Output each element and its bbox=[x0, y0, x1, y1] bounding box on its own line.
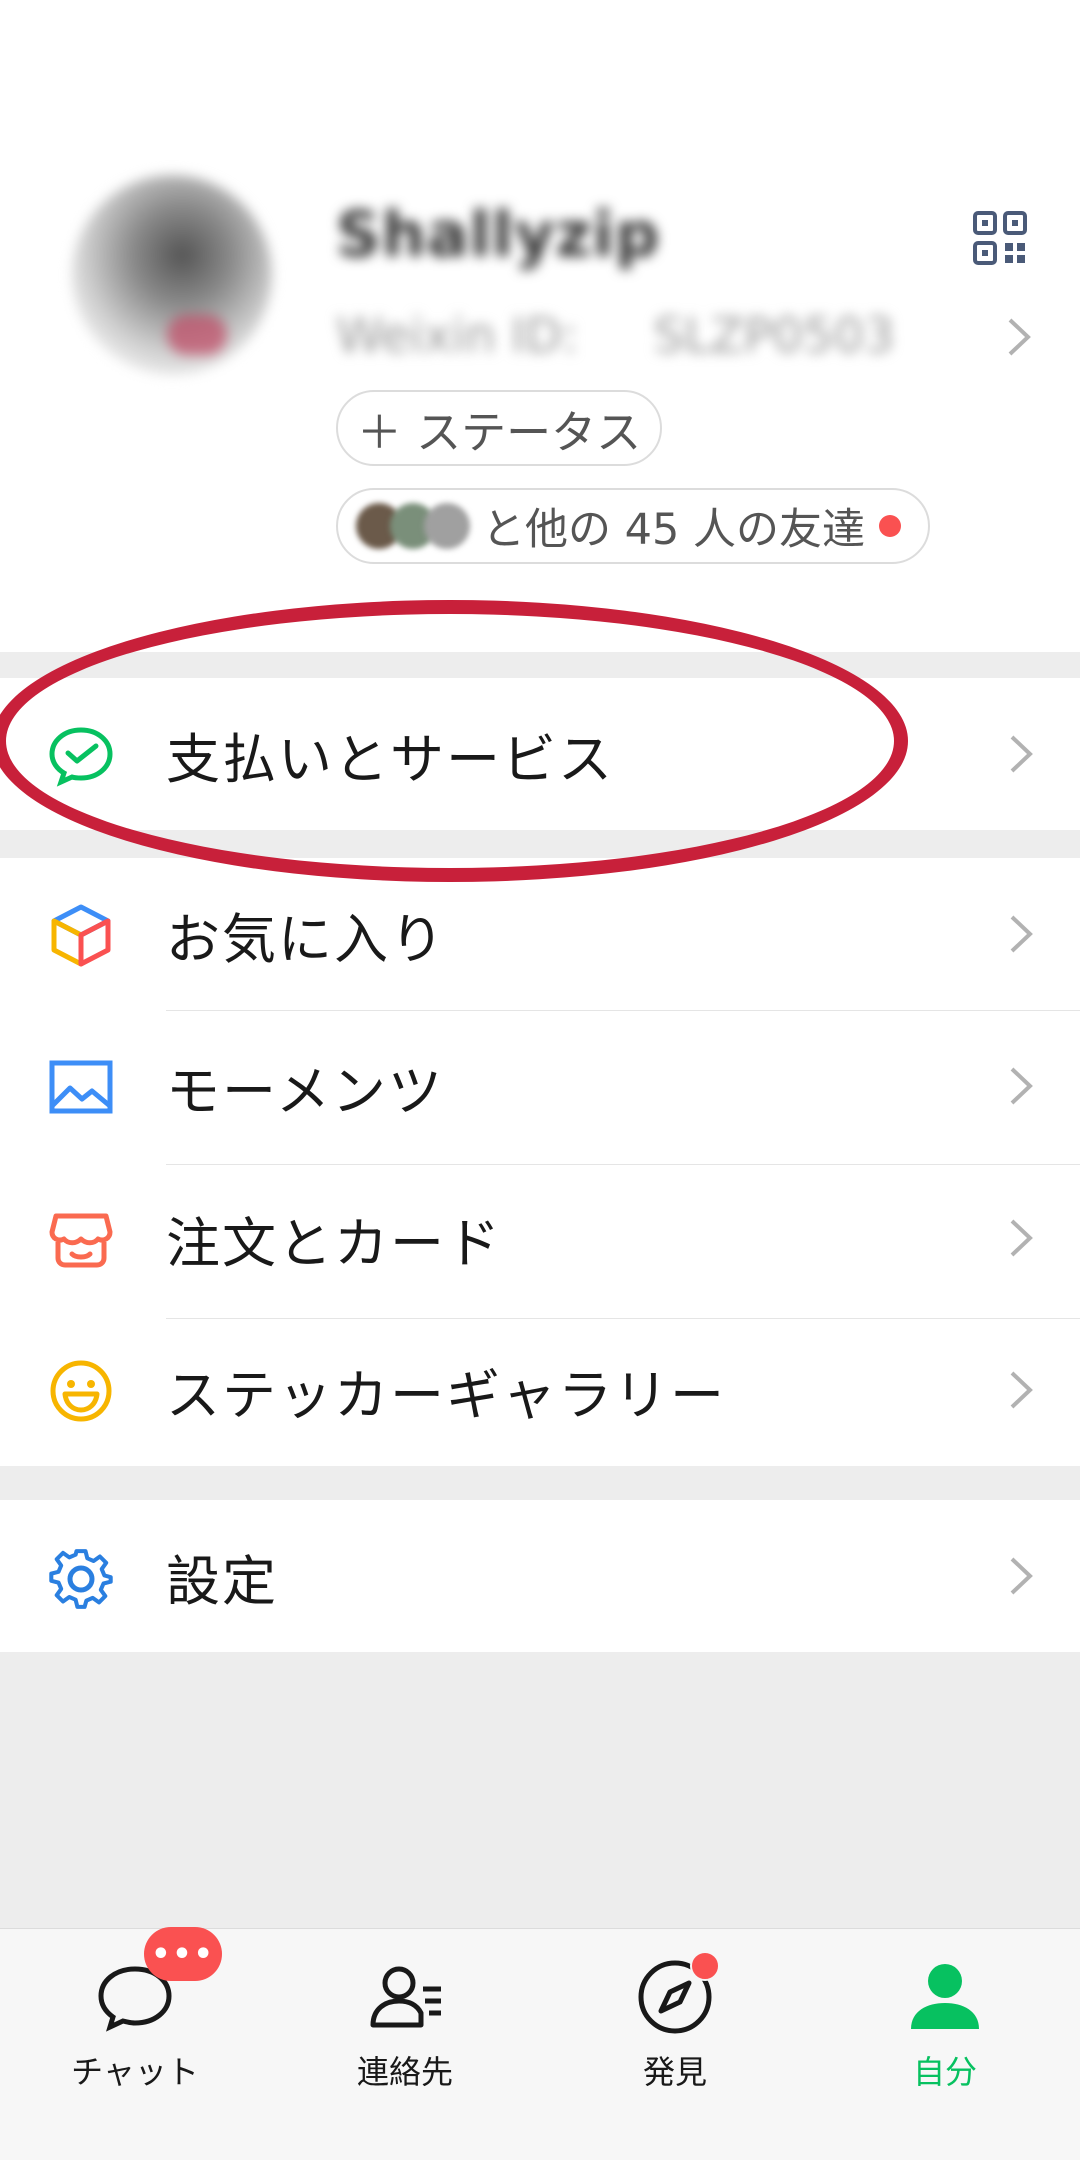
profile-header: Shallyzip Weixin ID: SLZP0503 ＋ ステータス と他… bbox=[0, 0, 1080, 652]
menu-item-orders[interactable]: 注文とカード bbox=[0, 1162, 1080, 1314]
menu-item-settings-label: 設定 bbox=[166, 1549, 278, 1613]
add-status-label: ＋ ステータス bbox=[356, 405, 642, 459]
friends-status-pill[interactable]: と他の 45 人の友達 bbox=[336, 488, 930, 564]
friends-text: と他の 45 人の友達 bbox=[482, 505, 866, 555]
profile-name: Shallyzip bbox=[336, 198, 661, 271]
menu-item-favorites-label: お気に入り bbox=[166, 907, 446, 971]
pay-group: 支払いとサービス bbox=[0, 678, 1080, 830]
chevron-right-icon[interactable] bbox=[1006, 316, 1032, 358]
contacts-icon bbox=[370, 1966, 441, 2028]
chevron-right-icon bbox=[1010, 1067, 1033, 1105]
menu-item-pay[interactable]: 支払いとサービス bbox=[0, 678, 1080, 830]
image-icon bbox=[49, 1060, 113, 1114]
menu-item-orders-label: 注文とカード bbox=[166, 1211, 502, 1275]
tab-chats[interactable]: ••• チャット bbox=[0, 1927, 270, 2160]
wechat-id: Weixin ID: SLZP0503 bbox=[336, 308, 895, 364]
tab-contacts[interactable]: 連絡先 bbox=[270, 1929, 540, 2160]
tab-discover-label: 発見 bbox=[642, 2053, 707, 2091]
gear-icon bbox=[49, 1549, 113, 1609]
qr-code-icon[interactable] bbox=[972, 210, 1028, 266]
bottom-tab-bar: ••• チャット 連絡先 発見 自分 bbox=[0, 1927, 1080, 2160]
chevron-right-icon bbox=[1010, 1557, 1033, 1595]
chevron-right-icon bbox=[1010, 1219, 1033, 1257]
friend-avatars bbox=[356, 503, 470, 549]
friend-avatar bbox=[424, 503, 470, 549]
discover-unread-dot bbox=[690, 1951, 720, 1981]
wechat-id-value: SLZP0503 bbox=[653, 308, 895, 364]
tab-discover[interactable]: 発見 bbox=[540, 1929, 810, 2160]
menu-item-stickers[interactable]: ステッカーギャラリー bbox=[0, 1314, 1080, 1466]
smiley-icon bbox=[50, 1360, 112, 1422]
tab-contacts-label: 連絡先 bbox=[356, 2053, 453, 2091]
tab-me[interactable]: 自分 bbox=[810, 1929, 1080, 2160]
main-menu-group: お気に入り モーメンツ 注文とカード ステッカーギャラリー bbox=[0, 858, 1080, 1466]
menu-item-settings[interactable]: 設定 bbox=[0, 1500, 1080, 1652]
tab-me-label: 自分 bbox=[912, 2053, 977, 2091]
menu-item-stickers-label: ステッカーギャラリー bbox=[166, 1363, 726, 1427]
person-icon bbox=[911, 1964, 979, 2029]
menu-item-favorites[interactable]: お気に入り bbox=[0, 858, 1080, 1010]
chats-more-badge: ••• bbox=[144, 1927, 222, 1981]
settings-group: 設定 bbox=[0, 1500, 1080, 1652]
favorites-cube-icon bbox=[51, 904, 111, 967]
shop-icon bbox=[49, 1213, 113, 1268]
chevron-right-icon bbox=[1010, 735, 1033, 773]
menu-item-moments[interactable]: モーメンツ bbox=[0, 1010, 1080, 1162]
tab-chats-label: チャット bbox=[71, 2053, 199, 2091]
chevron-right-icon bbox=[1010, 1371, 1033, 1409]
avatar[interactable] bbox=[72, 175, 272, 375]
add-status-button[interactable]: ＋ ステータス bbox=[336, 390, 662, 466]
wechat-pay-icon bbox=[49, 727, 113, 787]
menu-item-moments-label: モーメンツ bbox=[166, 1059, 444, 1123]
wechat-id-label: Weixin ID: bbox=[336, 308, 579, 364]
menu-item-pay-label: 支払いとサービス bbox=[166, 727, 614, 791]
unread-dot bbox=[879, 515, 902, 537]
chevron-right-icon bbox=[1010, 915, 1033, 953]
